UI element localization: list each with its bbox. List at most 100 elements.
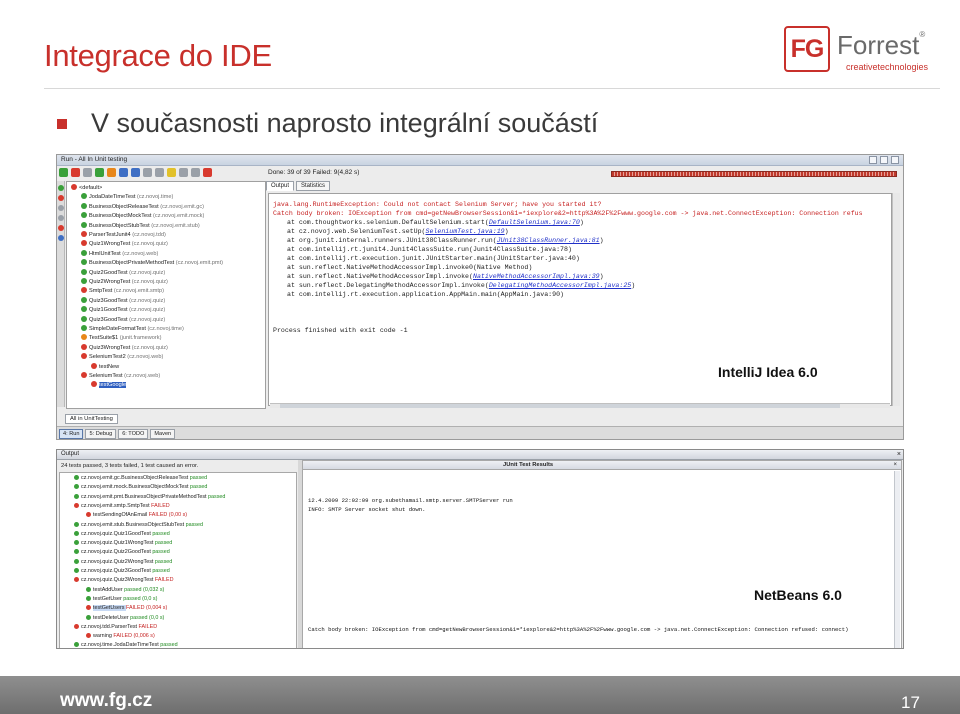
ij-tree-item[interactable]: BusinessObjectReleaseTest (cz.novoj.emit… <box>81 202 204 212</box>
layout-side-icon[interactable] <box>58 205 64 211</box>
nb-results-header: JUnit Test Results × <box>303 461 901 470</box>
stacktrace-link[interactable]: JUnit38ClassRunner.java:81 <box>497 237 600 244</box>
nb-tree-item-label: cz.novoj.emit.pmt.BusinessObjectPrivateM… <box>81 493 209 500</box>
failed-icon <box>86 605 91 611</box>
ij-tree-item[interactable]: SmtpTest (cz.novoj.emit.smtp) <box>81 287 164 296</box>
ij-tree-item[interactable]: BusinessObjectPrivateMethodTest (cz.novo… <box>81 259 223 268</box>
close-icon[interactable]: × <box>893 461 897 470</box>
ij-vertical-scrollbar[interactable] <box>892 193 900 406</box>
ij-tree-item-label: BusinessObjectStubTest <box>89 222 150 229</box>
page-number: 17 <box>901 693 920 712</box>
close-run-icon[interactable] <box>203 168 212 177</box>
ij-tree-item[interactable]: ParserTestJunit4 (cz.novoj.tdd) <box>81 231 166 240</box>
passed-icon <box>81 296 87 303</box>
select-first-failed-icon[interactable] <box>167 168 176 177</box>
nb-tree-item[interactable]: testGetUsers FAILED (0,004 s) <box>86 604 167 613</box>
nb-tree-item[interactable]: cz.novoj.tdd.ParserTest FAILED <box>74 623 157 632</box>
ij-tree-item[interactable]: BusinessObjectStubTest (cz.novoj.emit.st… <box>81 221 200 231</box>
nb-tree-item[interactable]: cz.novoj.emit.stub.BusinessObjectStubTes… <box>74 521 203 530</box>
failed-icon <box>81 372 87 378</box>
nb-tree-item[interactable]: testDeleteUser passed (0,0 s) <box>86 614 164 623</box>
ij-tree-item-label: Quiz2WrongTest <box>89 279 131 285</box>
ij-test-tree[interactable]: <default> JodaDateTimeTest (cz.novoj.time… <box>66 181 266 409</box>
ij-tree-item[interactable]: Quiz2WrongTest (cz.novoj.quiz) <box>81 278 168 287</box>
nb-tree-item[interactable]: warning FAILED (0,006 s) <box>86 632 155 641</box>
close-icon[interactable] <box>891 156 899 164</box>
nb-tree-item[interactable]: testAddUser passed (0,032 s) <box>86 586 164 595</box>
nb-tree-item[interactable]: cz.novoj.quiz.Quiz3WrongTest FAILED <box>74 576 173 585</box>
ij-tree-item[interactable]: testGoogle <box>91 381 127 390</box>
nb-tree-item[interactable]: testSendingOfAnEmail FAILED (0,00 s) <box>86 511 187 520</box>
track-tests-icon[interactable] <box>107 168 116 177</box>
ij-tree-item-package: (cz.novoj.quiz) <box>130 344 168 351</box>
down-arrow-icon[interactable] <box>131 168 140 177</box>
ij-tree-item[interactable]: Quiz1WrongTest (cz.novoj.quiz) <box>81 240 168 249</box>
collapse-all-icon[interactable] <box>155 168 164 177</box>
tab-all-in-unit-testing[interactable]: All in UnitTesting <box>65 414 118 424</box>
ij-tree-item[interactable]: SimpleDateFormatTest (cz.novoj.time) <box>81 325 184 334</box>
ij-tree-item[interactable]: SeleniumTest (cz.novoj.web) <box>81 372 160 381</box>
nb-tree-item[interactable]: cz.novoj.quiz.Quiz2GoodTest passed <box>74 548 170 557</box>
nb-vertical-scrollbar[interactable] <box>894 471 900 648</box>
nb-tree-item[interactable]: cz.novoj.emit.gc.BusinessObjectReleaseTe… <box>74 474 207 483</box>
stacktrace-link[interactable]: SeleniumTest.java:19 <box>426 228 505 235</box>
passed-icon <box>86 614 91 620</box>
ij-tree-item[interactable]: Quiz3WrongTest (cz.novoj.quiz) <box>81 343 168 353</box>
ij-tree-item-label: Quiz3GoodTest <box>89 316 128 323</box>
ij-tree-item[interactable]: Quiz3GoodTest (cz.novoj.quiz) <box>81 315 165 325</box>
ij-tree-item[interactable]: <default> <box>71 184 102 193</box>
settings-icon[interactable] <box>191 168 200 177</box>
nb-tree-item-status: passed (0,0 s) <box>123 595 158 602</box>
ij-tree-item[interactable]: Quiz1GoodTest (cz.novoj.quiz) <box>81 306 165 315</box>
stacktrace-link[interactable]: DelegatingMethodAccessorImpl.java:25 <box>489 282 631 289</box>
pause-icon[interactable] <box>83 168 92 177</box>
nb-tree-item[interactable]: cz.novoj.emit.mock.BusinessObjectMockTes… <box>74 483 207 492</box>
ij-tree-item[interactable]: SeleniumTest2 (cz.novoj.web) <box>81 353 163 362</box>
stop-side-icon[interactable] <box>58 195 64 201</box>
passed-icon <box>81 193 87 200</box>
nb-tree-item[interactable]: cz.novoj.quiz.Quiz1WrongTest passed <box>74 539 172 548</box>
ij-horizontal-scrollbar[interactable] <box>270 403 890 408</box>
ij-tree-item[interactable]: Quiz3GoodTest (cz.novoj.quiz) <box>81 296 165 306</box>
toolwindow-maven[interactable]: Maven <box>150 429 176 439</box>
ij-tree-item-label: SeleniumTest <box>89 373 123 379</box>
toolwindow-debug[interactable]: 5: Debug <box>85 429 117 439</box>
rerun-icon[interactable] <box>59 168 68 177</box>
ij-tree-item[interactable]: HtmlUnitTest (cz.novoj.web) <box>81 249 158 259</box>
ij-tree-item[interactable]: Quiz2GoodTest (cz.novoj.quiz) <box>81 268 165 278</box>
nb-tree-item[interactable]: cz.novoj.quiz.Quiz1GoodTest passed <box>74 530 170 539</box>
stacktrace-link[interactable]: DefaultSelenium.java:70 <box>489 219 580 226</box>
ij-console-line: at org.junit.internal.runners.JUnit38Cla… <box>287 237 604 244</box>
nb-tree-item[interactable]: cz.novoj.emit.smtp.SmtpTest FAILED <box>74 502 170 511</box>
close-icon[interactable]: × <box>897 451 901 458</box>
maximize-icon[interactable] <box>880 156 888 164</box>
expand-all-icon[interactable] <box>143 168 152 177</box>
ij-tree-item[interactable]: TestSuite$1 (junit.framework) <box>81 334 161 343</box>
nb-tree-item[interactable]: cz.novoj.emit.pmt.BusinessObjectPrivateM… <box>74 493 225 502</box>
hide-passed-icon[interactable] <box>95 168 104 177</box>
nb-tree-item[interactable]: cz.novoj.quiz.Quiz3GoodTest passed <box>74 567 170 576</box>
ij-tree-item[interactable]: JodaDateTimeTest (cz.novoj.time) <box>81 193 173 202</box>
toolwindow-run[interactable]: 4: Run <box>59 429 84 439</box>
run-side-icon[interactable] <box>58 185 64 191</box>
stop-icon[interactable] <box>71 168 80 177</box>
nb-tree-item[interactable]: cz.novoj.quiz.Quiz2WrongTest passed <box>74 558 172 567</box>
pin-side-icon[interactable] <box>58 215 64 221</box>
nb-tree-item[interactable]: testGetUser passed (0,0 s) <box>86 595 157 604</box>
help-side-icon[interactable] <box>58 235 64 241</box>
close-side-icon[interactable] <box>58 225 64 231</box>
failed-icon <box>86 512 91 518</box>
export-icon[interactable] <box>179 168 188 177</box>
nb-tree-item[interactable]: cz.novoj.time.JodaDateTimeTest passed <box>74 641 178 648</box>
up-arrow-icon[interactable] <box>119 168 128 177</box>
nb-output-panel: JUnit Test Results × 12.4.2009 22:02:09 … <box>302 460 902 648</box>
toolwindow-todo[interactable]: 6: TODO <box>118 429 149 439</box>
ij-scroll-thumb[interactable] <box>280 404 840 408</box>
ij-tree-item[interactable]: BusinessObjectMockTest (cz.novoj.emit.mo… <box>81 212 204 221</box>
stacktrace-link[interactable]: NativeMethodAccessorImpl.java:39 <box>473 273 600 280</box>
tab-output[interactable]: Output <box>266 181 295 191</box>
tab-statistics[interactable]: Statistics <box>296 181 331 191</box>
nb-test-tree[interactable]: cz.novoj.emit.gc.BusinessObjectReleaseTe… <box>59 472 297 648</box>
minimize-icon[interactable] <box>869 156 877 164</box>
ij-tree-item[interactable]: testNew <box>91 362 119 372</box>
